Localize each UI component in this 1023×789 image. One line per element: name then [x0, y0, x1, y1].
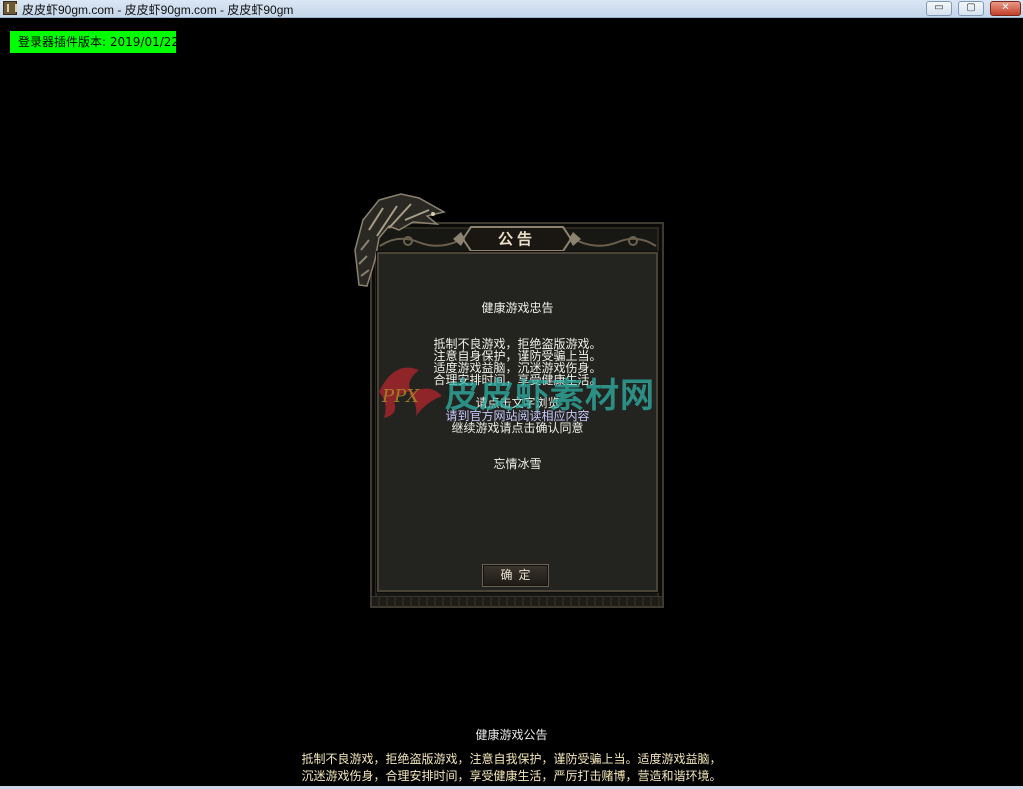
footer-notice-line: 抵制不良游戏，拒绝盗版游戏，注意自我保护，谨防受骗上当。适度游戏益脑，: [301, 752, 722, 766]
svg-text:PPX: PPX: [381, 386, 420, 407]
footer-title: 健康游戏公告: [475, 728, 548, 742]
close-button[interactable]: ✕: [990, 1, 1021, 16]
window-title: 皮皮虾90gm.com - 皮皮虾90gm.com - 皮皮虾90gm: [22, 3, 294, 17]
maximize-button[interactable]: ▢: [958, 1, 984, 16]
footer-notice-line: 沉迷游戏伤身，合理安排时间，享受健康生活，严厉打击赌博，营造和谐环境。: [301, 769, 722, 783]
plugin-version-badge: 登录器插件版本: 2019/01/22: [10, 31, 179, 53]
continue-instruction: 继续游戏请点击确认同意: [451, 421, 584, 435]
confirm-button[interactable]: 确定: [482, 564, 549, 587]
signature: 忘情冰雪: [493, 457, 542, 471]
dialog-title: 公告: [497, 230, 536, 248]
dialog-bottom-border: [372, 596, 662, 606]
minimize-button[interactable]: ▭: [926, 1, 952, 16]
app-icon: [3, 1, 17, 15]
window-titlebar[interactable]: 皮皮虾90gm.com - 皮皮虾90gm.com - 皮皮虾90gm ▭ ▢ …: [0, 0, 1023, 18]
watermark-text: 皮皮虾素材网: [445, 376, 655, 416]
watermark-logo-icon: PPX: [379, 367, 442, 418]
notice-heading: 健康游戏忠告: [481, 301, 554, 315]
